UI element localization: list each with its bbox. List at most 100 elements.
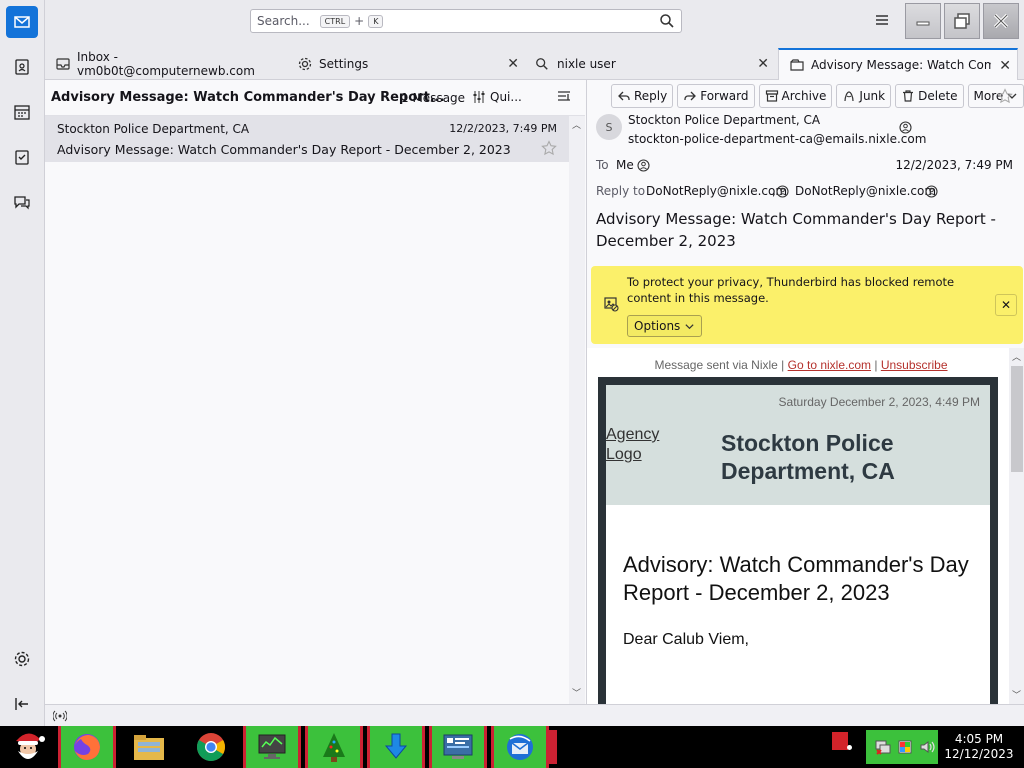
delete-button[interactable]: Delete — [895, 84, 964, 108]
network-icon[interactable] — [874, 738, 892, 756]
close-tab-icon[interactable]: ✕ — [999, 58, 1011, 74]
contact-icon[interactable] — [899, 121, 912, 134]
settings-space-button[interactable] — [6, 643, 38, 675]
message-sender: Stockton Police Department, CA — [57, 122, 250, 136]
tasks-space-button[interactable] — [6, 141, 38, 173]
junk-button[interactable]: Junk — [836, 84, 892, 108]
close-tab-icon[interactable]: ✕ — [507, 56, 519, 72]
taskbar-clock[interactable]: 4:05 PM 12/12/2023 — [944, 732, 1014, 762]
junk-icon — [844, 91, 855, 102]
address-book-space-button[interactable] — [6, 51, 38, 83]
separator: | — [874, 358, 878, 372]
email-date: Saturday December 2, 2023, 4:49 PM — [778, 395, 980, 409]
thread-scrollbar[interactable]: ︿ ﹀ — [569, 116, 585, 704]
to-recipient[interactable]: Me — [616, 158, 634, 172]
reply-to-address[interactable]: DoNotReply@nixle.com — [795, 184, 936, 198]
display-options-icon[interactable] — [557, 90, 571, 104]
tab-search-nixle-user[interactable]: nixle user ✕ — [525, 48, 775, 80]
taskbar-file-manager[interactable] — [120, 726, 178, 768]
table-row[interactable]: Stockton Police Department, CA 12/2/2023… — [45, 116, 569, 162]
junk-label: Junk — [859, 89, 886, 103]
calendar-space-button[interactable] — [6, 96, 38, 128]
app-menu-icon[interactable] — [874, 12, 890, 28]
taskbar-control-panel[interactable] — [429, 726, 487, 768]
unsubscribe-link[interactable]: Unsubscribe — [881, 358, 948, 372]
reply-to-label: Reply to — [596, 184, 646, 198]
email-header-band: Saturday December 2, 2023, 4:49 PM Agenc… — [606, 385, 990, 505]
scroll-up-icon[interactable]: ︿ — [572, 118, 581, 131]
archive-icon — [765, 90, 778, 102]
flag-icon[interactable] — [896, 738, 914, 756]
blocked-content-icon — [604, 297, 619, 312]
taskbar-christmas-tree[interactable] — [305, 726, 363, 768]
collapse-spaces-button[interactable] — [6, 688, 38, 720]
taskbar-firefox[interactable] — [58, 726, 116, 768]
taskbar-chrome[interactable] — [182, 726, 240, 768]
sender-name[interactable]: Stockton Police Department, CA — [628, 113, 820, 127]
minimize-button[interactable] — [905, 3, 941, 39]
more-button[interactable]: More — [967, 84, 1024, 108]
sender-email[interactable]: stockton-police-department-ca@emails.nix… — [628, 132, 926, 146]
message-count: 1 Message — [401, 91, 466, 105]
delete-label: Delete — [918, 89, 958, 103]
firefox-icon — [74, 734, 100, 760]
options-button[interactable]: Options — [627, 315, 703, 337]
mail-space-button[interactable] — [6, 6, 38, 38]
tab-label: Settings — [319, 57, 369, 71]
gear-icon — [14, 651, 30, 667]
scroll-down-icon[interactable]: ﹀ — [572, 686, 581, 699]
message-scrollbar[interactable]: ︿ ﹀ — [1009, 348, 1024, 704]
star-icon[interactable] — [541, 140, 557, 156]
dismiss-notification-button[interactable]: ✕ — [995, 294, 1017, 316]
k-key-hint: K — [368, 14, 384, 28]
scroll-thumb[interactable] — [1011, 366, 1023, 472]
quick-filter-button[interactable]: Qui... — [472, 90, 522, 104]
tab-label: nixle user — [557, 57, 616, 71]
online-status-icon[interactable] — [53, 709, 67, 723]
scroll-up-icon[interactable]: ︿ — [1012, 350, 1021, 363]
inbox-icon — [55, 56, 71, 72]
contact-icon[interactable] — [925, 185, 938, 198]
agency-name: Stockton Police Department, CA — [721, 430, 895, 484]
message-subject: Advisory Message: Watch Commander's Day … — [57, 142, 511, 157]
chevron-down-icon — [685, 323, 694, 329]
archive-button[interactable]: Archive — [758, 84, 833, 108]
star-icon[interactable] — [997, 88, 1013, 104]
chat-space-button[interactable] — [6, 186, 38, 218]
scroll-down-icon[interactable]: ﹀ — [1012, 688, 1021, 701]
thread-pane-header: Advisory Message: Watch Commander's Day … — [45, 80, 585, 116]
restore-button[interactable] — [944, 3, 980, 39]
monitor-icon — [258, 734, 286, 759]
agency-logo: Agency Logo — [606, 426, 660, 463]
tab-settings[interactable]: Settings ✕ — [287, 48, 525, 80]
taskbar-download[interactable] — [367, 726, 425, 768]
notification-text: To protect your privacy, Thunderbird has… — [627, 275, 955, 305]
clock-time: 4:05 PM — [954, 732, 1004, 746]
reply-to-address[interactable]: DoNotReply@nixle.com — [646, 184, 787, 198]
start-button[interactable] — [0, 726, 56, 768]
taskbar-divider — [549, 730, 557, 764]
close-tab-icon[interactable]: ✕ — [757, 56, 769, 72]
tab-inbox[interactable]: Inbox - vm0b0t@computernewb.com — [45, 48, 287, 80]
reply-button[interactable]: Reply — [611, 84, 674, 108]
contact-icon[interactable] — [776, 185, 789, 198]
contact-icon[interactable] — [637, 159, 650, 172]
thunderbird-icon — [507, 734, 533, 760]
mail-icon — [14, 16, 30, 28]
greeting: Dear Calub Viem, — [623, 631, 749, 648]
search-icon — [660, 14, 674, 28]
message-icon — [789, 57, 805, 73]
taskbar-system-monitor[interactable] — [243, 726, 301, 768]
global-search-input[interactable]: Search... CTRL + K — [250, 9, 682, 33]
go-to-nixle-link[interactable]: Go to nixle.com — [788, 358, 871, 372]
close-window-button[interactable] — [983, 3, 1019, 39]
title-bar: Search... CTRL + K — [45, 0, 1024, 44]
show-desktop-icon[interactable] — [832, 732, 848, 750]
volume-icon[interactable] — [918, 738, 936, 756]
tab-advisory-message[interactable]: Advisory Message: Watch Comma ✕ — [778, 48, 1018, 80]
close-icon — [993, 13, 1009, 29]
taskbar-thunderbird[interactable] — [491, 726, 549, 768]
message-pane: Reply Forward Archive Junk Delete More S… — [586, 80, 1024, 704]
forward-button[interactable]: Forward — [677, 84, 755, 108]
message-subject: Advisory Message: Watch Commander's Day … — [596, 210, 996, 250]
